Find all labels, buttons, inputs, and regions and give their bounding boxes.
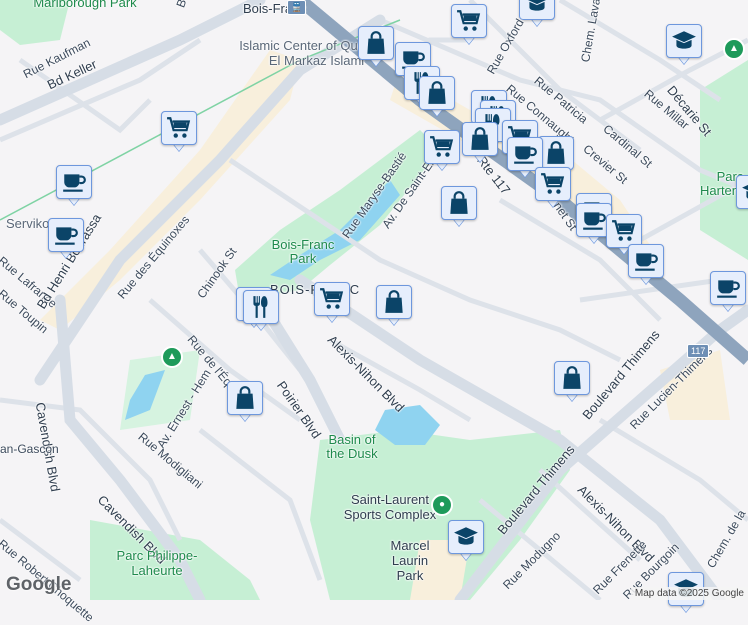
marker-box [507,137,543,171]
bag-icon [232,385,258,411]
map-marker-cart[interactable] [535,167,573,209]
marker-box [56,165,92,199]
marker-box [314,282,350,316]
marker-box [419,76,455,110]
map-marker-cup[interactable] [56,165,94,207]
train-station-icon[interactable]: 🚆 [287,0,307,15]
map-marker-cart[interactable] [161,111,199,153]
school-icon [741,179,748,205]
marker-box [554,361,590,395]
map-marker-bag[interactable] [358,26,396,68]
map-marker-cup[interactable] [628,244,666,286]
cart-icon [611,218,637,244]
marker-box [628,244,664,278]
route-117-shield: 117 [687,344,710,358]
marker-box [376,285,412,319]
marker-box [48,218,84,252]
map-marker-cart[interactable] [424,130,462,172]
marker-box [243,290,279,324]
map-marker-school[interactable] [736,175,748,217]
map-marker-cup[interactable] [710,271,748,313]
marker-box [666,24,702,58]
marker-box [451,4,487,38]
marker-box [441,186,477,220]
cup-icon [581,207,607,233]
marker-box [519,0,555,20]
marker-box [358,26,394,60]
map-marker-bag[interactable] [462,122,500,164]
school-icon [524,0,550,16]
bois-franc-park-label[interactable]: Bois-Franc Park [268,238,338,266]
bag-icon [446,190,472,216]
map-marker-restaurant[interactable] [243,290,281,332]
parc-philippe-laheurte-label[interactable]: Parc Philippe-Laheurte [112,548,202,578]
restaurant-icon [248,294,274,320]
map-marker-bag[interactable] [376,285,414,327]
marker-box [606,214,642,248]
sports-complex-pin-icon[interactable]: ● [431,494,453,516]
map-attribution[interactable]: Map data ©2025 Google [630,587,748,600]
cup-icon [633,248,659,274]
bag-icon [559,365,585,391]
park-pin-icon[interactable]: ▲ [723,38,745,60]
school-icon [671,28,697,54]
map-marker-bag[interactable] [419,76,457,118]
marker-box [462,122,498,156]
marker-box [227,381,263,415]
park-pin-icon[interactable]: ▲ [161,346,183,368]
bag-icon [424,80,450,106]
school-icon [453,524,479,550]
map-marker-cart[interactable] [451,4,489,46]
marker-box [736,175,748,209]
cup-icon [715,275,741,301]
marker-box [710,271,746,305]
bag-icon [467,126,493,152]
cup-icon [512,141,538,167]
sports-complex-label[interactable]: Saint-Laurent Sports Complex [340,492,440,522]
marker-box [161,111,197,145]
map-marker-school[interactable] [666,24,704,66]
marker-box [448,520,484,554]
cart-icon [429,134,455,160]
cart-icon [319,286,345,312]
google-logo: Google [6,574,72,595]
marlborough-park-label: Marlborough Park [33,0,137,10]
bag-icon [381,289,407,315]
bag-icon [543,140,569,166]
basin-of-the-dusk-label[interactable]: Basin of the Dusk [322,433,382,461]
marcel-laurin-park-label[interactable]: Marcel Laurin Park [380,538,440,583]
cart-icon [456,8,482,34]
map-marker-bag[interactable] [227,381,265,423]
bag-icon [363,30,389,56]
cart-icon [540,171,566,197]
map-marker-bag[interactable] [554,361,592,403]
cart-icon [166,115,192,141]
marker-box [535,167,571,201]
street-label: an-Gascon [0,442,59,456]
cup-icon [61,169,87,195]
map-marker-cup[interactable] [48,218,86,260]
map-marker-cart[interactable] [314,282,352,324]
map-marker-bag[interactable] [441,186,479,228]
cup-icon [53,222,79,248]
marker-box [424,130,460,164]
map-marker-school[interactable] [448,520,486,562]
